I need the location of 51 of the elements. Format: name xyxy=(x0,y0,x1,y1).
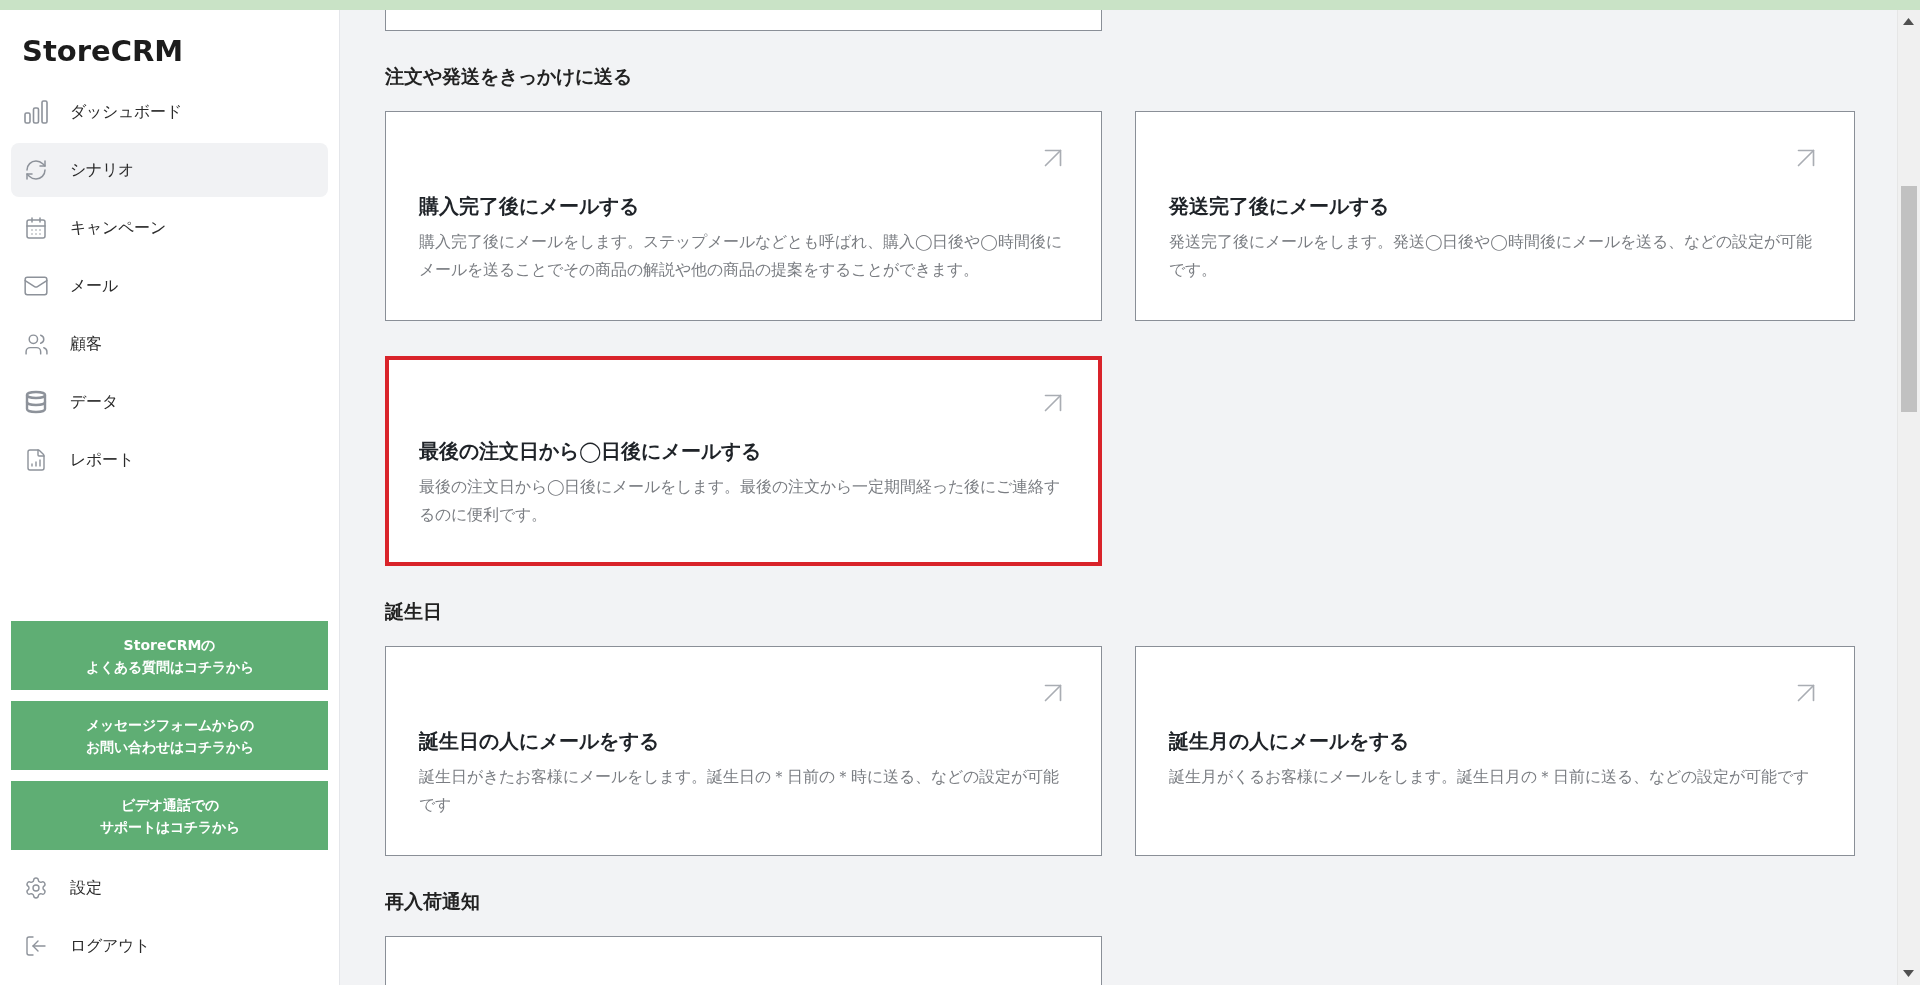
scenario-card[interactable]: 発送完了後にメールする 発送完了後にメールをします。発送◯日後や◯時間後にメールを送る、などの設定が可能です。 xyxy=(1135,111,1855,321)
card-title: 最後の注文日から◯日後にメールする xyxy=(419,438,763,465)
scenario-card[interactable]: 誕生日の人にメールをする 誕生日がきたお客様にメールをします。誕生日の＊日前の＊時に送る、などの設定が可能です xyxy=(385,646,1102,856)
card-description: 誕生日がきたお客様にメールをします。誕生日の＊日前の＊時に送る、などの設定が可能です xyxy=(419,767,1060,816)
nav-label: キャンペーン xyxy=(70,217,166,239)
nav-label: シナリオ xyxy=(70,159,134,181)
refresh-icon xyxy=(24,158,48,182)
nav-label: メール xyxy=(70,275,118,297)
scroll-down-icon[interactable] xyxy=(1903,970,1914,977)
card-description: 発送完了後にメールをします。発送◯日後や◯時間後にメールを送る、などの設定が可能です。 xyxy=(1169,232,1813,281)
scroll-thumb[interactable] xyxy=(1901,186,1917,412)
logo: StoreCRM xyxy=(22,33,185,69)
nav-item[interactable]: ダッシュボード xyxy=(11,85,328,139)
scroll-up-icon[interactable] xyxy=(1903,18,1914,25)
nav-label: レポート xyxy=(70,449,134,471)
nav-item[interactable]: シナリオ xyxy=(11,143,328,197)
database-icon xyxy=(24,390,48,414)
scrollbar[interactable] xyxy=(1897,10,1920,985)
nav-label: ログアウト xyxy=(70,935,150,957)
card-title: 誕生日の人にメールをする xyxy=(419,728,660,755)
people-icon xyxy=(23,331,49,357)
scenario-card[interactable]: 誕生月の人にメールをする 誕生月がくるお客様にメールをします。誕生日月の＊日前に送る、などの設定が可能です xyxy=(1135,646,1855,856)
report-icon xyxy=(24,448,48,472)
nav-item[interactable]: データ xyxy=(11,375,328,429)
calendar-icon xyxy=(24,216,48,240)
nav-item[interactable]: ログアウト xyxy=(11,919,328,973)
nav-label: 顧客 xyxy=(70,333,102,355)
nav-label: データ xyxy=(70,391,118,413)
card[interactable] xyxy=(385,10,1102,31)
section-heading: 誕生日 xyxy=(385,599,443,624)
card[interactable] xyxy=(385,936,1102,985)
settings-icon xyxy=(24,876,48,900)
nav-item[interactable]: メール xyxy=(11,259,328,313)
nav-item[interactable]: レポート xyxy=(11,433,328,487)
section-heading: 再入荷通知 xyxy=(385,889,481,914)
bar-chart-icon xyxy=(23,99,49,125)
scenario-card[interactable]: 最後の注文日から◯日後にメールする 最後の注文日から◯日後にメールをします。最後の注文から一定期間経った後にご連絡するのに便利です。 xyxy=(385,356,1102,566)
nav-item[interactable]: キャンペーン xyxy=(11,201,328,255)
card-description: 誕生月がくるお客様にメールをします。誕生日月の＊日前に送る、などの設定が可能です xyxy=(1169,767,1810,788)
card-description: 購入完了後にメールをします。ステップメールなどとも呼ばれ、購入◯日後や◯時間後にメールを送ることでその商品の解説や他の商品の提案をすることができます。 xyxy=(419,232,1063,281)
section-heading: 注文や発送をきっかけに送る xyxy=(385,64,633,89)
nav-item[interactable]: 顧客 xyxy=(11,317,328,371)
nav-label: ダッシュボード xyxy=(70,101,182,123)
scenario-card[interactable]: 購入完了後にメールする 購入完了後にメールをします。ステップメールなどとも呼ばれ、購入◯日後や◯時間後にメールを送ることでその商品の解説や他の商品の提案をすることができます。 xyxy=(385,111,1102,321)
nav-label: 設定 xyxy=(70,877,102,899)
card-title: 誕生月の人にメールをする xyxy=(1169,728,1410,755)
logout-icon xyxy=(24,934,48,958)
card-title: 発送完了後にメールする xyxy=(1169,193,1390,220)
nav-item[interactable]: 設定 xyxy=(11,861,328,915)
card-title: 購入完了後にメールする xyxy=(419,193,640,220)
card-description: 最後の注文日から◯日後にメールをします。最後の注文から一定期間経った後にご連絡するのに便利です。 xyxy=(419,477,1062,526)
